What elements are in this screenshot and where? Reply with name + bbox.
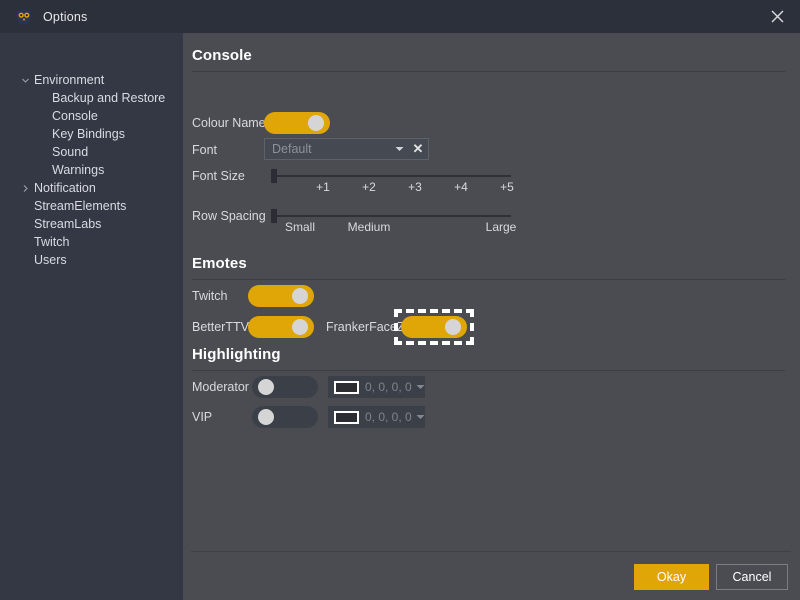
toggle-moderator-highlight[interactable] (252, 376, 318, 398)
color-value-vip: 0, 0, 0, 0 (365, 410, 412, 424)
sidebar-item-users[interactable]: Users (0, 251, 183, 269)
slider-track (271, 215, 511, 217)
chevron-down-icon[interactable] (20, 71, 30, 89)
slider-track (271, 175, 511, 177)
color-picker-moderator[interactable]: 0, 0, 0, 0 (328, 376, 425, 398)
section-heading-emotes: Emotes (192, 255, 247, 272)
label-font-size: Font Size (192, 169, 245, 183)
chevron-down-icon[interactable] (412, 384, 430, 390)
sidebar-item-backup-and-restore[interactable]: Backup and Restore (0, 89, 183, 107)
label-frankerfacez-emotes: FrankerFaceZ (326, 320, 405, 334)
toggle-knob (292, 288, 308, 304)
sidebar-item-warnings[interactable]: Warnings (0, 161, 183, 179)
window-title: Options (43, 9, 88, 24)
sidebar-item-label: Key Bindings (52, 127, 125, 141)
sidebar-item-notification[interactable]: Notification (0, 179, 183, 197)
sidebar-item-label: StreamLabs (34, 217, 102, 231)
chevron-right-icon[interactable] (20, 179, 30, 197)
sidebar-item-label: Twitch (34, 235, 70, 249)
footer-divider (191, 551, 791, 552)
toggle-knob (308, 115, 324, 131)
sidebar-item-sound[interactable]: Sound (0, 143, 183, 161)
toggle-colour-names[interactable] (264, 112, 330, 134)
color-swatch (334, 380, 359, 394)
sidebar-item-label: Notification (34, 181, 96, 195)
close-icon[interactable] (754, 0, 800, 33)
okay-button[interactable]: Okay (634, 564, 709, 590)
title-bar: Options (0, 0, 800, 33)
section-divider-emotes (192, 279, 785, 280)
section-heading-highlighting: Highlighting (192, 346, 281, 363)
tick-font-size-2: +2 (362, 180, 376, 194)
label-vip: VIP (192, 410, 213, 424)
color-swatch (334, 410, 359, 424)
app-owl-icon (15, 8, 33, 26)
section-divider-console (192, 71, 785, 72)
tick-row-spacing-large: Large (485, 220, 517, 234)
slider-handle[interactable] (271, 169, 277, 183)
font-combobox[interactable]: Default ✕ (264, 138, 429, 160)
section-heading-console: Console (192, 47, 252, 64)
sidebar-navigation-tree: Environment Backup and Restore Console K… (0, 33, 183, 600)
chevron-down-icon[interactable] (390, 146, 408, 152)
x-icon[interactable]: ✕ (408, 141, 428, 157)
label-betterttv-emotes: BetterTTV (192, 320, 249, 334)
color-picker-vip[interactable]: 0, 0, 0, 0 (328, 406, 425, 428)
tick-font-size-3: +3 (408, 180, 422, 194)
label-moderator: Moderator (192, 380, 249, 394)
sidebar-item-label: StreamElements (34, 199, 127, 213)
color-value-moderator: 0, 0, 0, 0 (365, 380, 412, 394)
cancel-button[interactable]: Cancel (716, 564, 788, 590)
sidebar-item-label: Warnings (52, 163, 105, 177)
label-twitch-emotes: Twitch (192, 289, 228, 303)
tick-row-spacing-medium: Medium (347, 220, 391, 234)
toggle-knob (445, 319, 461, 335)
label-colour-names: Colour Names (192, 116, 272, 130)
toggle-frankerfacez-emotes[interactable] (401, 316, 467, 338)
sidebar-item-label: Console (52, 109, 98, 123)
settings-panel: Console Colour Names Font Default ✕ Font… (183, 33, 800, 600)
tick-row-spacing-small: Small (284, 220, 316, 234)
sidebar-item-console[interactable]: Console (0, 107, 183, 125)
sidebar-item-label: Sound (52, 145, 89, 159)
tick-font-size-1: +1 (316, 180, 330, 194)
toggle-betterttv-emotes[interactable] (248, 316, 314, 338)
label-row-spacing: Row Spacing (192, 209, 266, 223)
slider-font-size[interactable] (271, 167, 511, 185)
toggle-knob (258, 409, 274, 425)
options-dialog: Options Environment Backup and Restore C… (0, 0, 800, 600)
section-divider-highlighting (192, 370, 785, 371)
tick-font-size-4: +4 (454, 180, 468, 194)
toggle-twitch-emotes[interactable] (248, 285, 314, 307)
toggle-knob (292, 319, 308, 335)
tick-font-size-5: +5 (500, 180, 514, 194)
sidebar-item-twitch[interactable]: Twitch (0, 233, 183, 251)
sidebar-item-streamelements[interactable]: StreamElements (0, 197, 183, 215)
toggle-knob (258, 379, 274, 395)
font-combobox-value: Default (272, 142, 312, 156)
sidebar-item-key-bindings[interactable]: Key Bindings (0, 125, 183, 143)
sidebar-item-environment[interactable]: Environment (0, 71, 183, 89)
label-font: Font (192, 143, 218, 157)
chevron-down-icon[interactable] (412, 414, 430, 420)
sidebar-item-label: Environment (34, 73, 105, 87)
sidebar-item-streamlabs[interactable]: StreamLabs (0, 215, 183, 233)
sidebar-item-label: Backup and Restore (52, 91, 166, 105)
toggle-vip-highlight[interactable] (252, 406, 318, 428)
slider-handle[interactable] (271, 209, 277, 223)
sidebar-item-label: Users (34, 253, 67, 267)
